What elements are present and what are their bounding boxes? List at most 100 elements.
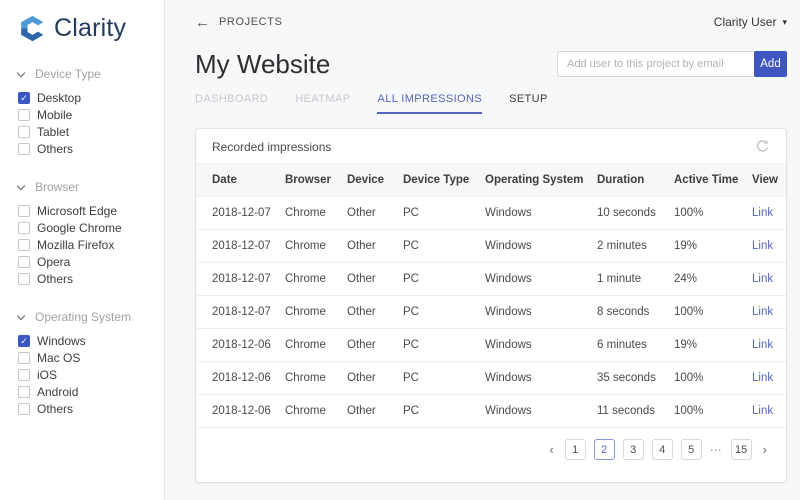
checkbox-windows[interactable]: ✓ xyxy=(18,335,30,347)
page-button-3[interactable]: 3 xyxy=(623,439,644,460)
cell-duration: 1 minute xyxy=(597,263,674,296)
add-user-email-input[interactable] xyxy=(557,51,754,77)
filter-item-microsoft-edge[interactable]: ✓ Microsoft Edge xyxy=(18,204,164,218)
view-link[interactable]: Link xyxy=(752,405,773,417)
page-button-2[interactable]: 2 xyxy=(594,439,615,460)
filter-item-mozilla-firefox[interactable]: ✓ Mozilla Firefox xyxy=(18,238,164,252)
checkbox-google-chrome[interactable]: ✓ xyxy=(18,222,30,234)
refresh-icon[interactable] xyxy=(755,139,770,154)
filter-label: Google Chrome xyxy=(37,221,122,235)
checkbox-tablet[interactable]: ✓ xyxy=(18,126,30,138)
cell-device: Other xyxy=(347,263,403,296)
checkbox-opera[interactable]: ✓ xyxy=(18,256,30,268)
cell-browser: Chrome xyxy=(285,362,347,395)
page-title: My Website xyxy=(195,49,330,80)
tab-setup[interactable]: SETUP xyxy=(509,93,548,114)
clarity-logo[interactable]: Clarity xyxy=(18,14,164,43)
cell-date: 2018-12-07 xyxy=(196,263,285,296)
sidebar: Clarity Device Type ✓ Desktop ✓ Mobile ✓ xyxy=(0,0,165,500)
cell-view: Link xyxy=(752,362,786,395)
filter-item-mac-os[interactable]: ✓ Mac OS xyxy=(18,351,164,365)
cell-device: Other xyxy=(347,230,403,263)
filter-section-header-operating-system[interactable]: Operating System xyxy=(18,310,164,324)
view-link[interactable]: Link xyxy=(752,273,773,285)
user-menu[interactable]: Clarity User ▾ xyxy=(714,15,787,29)
view-link[interactable]: Link xyxy=(752,207,773,219)
cell-active-time: 24% xyxy=(674,263,752,296)
table-row: 2018-12-07 Chrome Other PC Windows 2 min… xyxy=(196,230,786,263)
cell-operating-system: Windows xyxy=(485,296,597,329)
table-row: 2018-12-06 Chrome Other PC Windows 11 se… xyxy=(196,395,786,428)
filter-item-others-os[interactable]: ✓ Others xyxy=(18,402,164,416)
caret-down-icon: ▾ xyxy=(782,17,787,28)
card-header: Recorded impressions xyxy=(196,129,786,163)
title-row: My Website Add xyxy=(195,47,787,81)
checkbox-mac-os[interactable]: ✓ xyxy=(18,352,30,364)
cell-view: Link xyxy=(752,263,786,296)
col-operating-system: Operating System xyxy=(485,164,597,197)
cell-date: 2018-12-07 xyxy=(196,230,285,263)
page-button-4[interactable]: 4 xyxy=(652,439,673,460)
table-header-row: Date Browser Device Device Type Operatin… xyxy=(196,164,786,197)
filter-label: iOS xyxy=(37,368,57,382)
checkbox-others-device[interactable]: ✓ xyxy=(18,143,30,155)
table-row: 2018-12-06 Chrome Other PC Windows 35 se… xyxy=(196,362,786,395)
filter-label: Mozilla Firefox xyxy=(37,238,114,252)
view-link[interactable]: Link xyxy=(752,240,773,252)
cell-browser: Chrome xyxy=(285,296,347,329)
filter-item-ios[interactable]: ✓ iOS xyxy=(18,368,164,382)
filter-item-desktop[interactable]: ✓ Desktop xyxy=(18,91,164,105)
add-user-button[interactable]: Add xyxy=(754,51,787,77)
checkbox-desktop[interactable]: ✓ xyxy=(18,92,30,104)
view-link[interactable]: Link xyxy=(752,306,773,318)
checkbox-mobile[interactable]: ✓ xyxy=(18,109,30,121)
checkbox-others-browser[interactable]: ✓ xyxy=(18,273,30,285)
checkbox-android[interactable]: ✓ xyxy=(18,386,30,398)
back-to-projects[interactable]: ← PROJECTS xyxy=(195,14,282,31)
view-link[interactable]: Link xyxy=(752,372,773,384)
checkbox-ios[interactable]: ✓ xyxy=(18,369,30,381)
filter-label: Tablet xyxy=(37,125,69,139)
filter-item-android[interactable]: ✓ Android xyxy=(18,385,164,399)
checkbox-others-os[interactable]: ✓ xyxy=(18,403,30,415)
filter-section-header-device-type[interactable]: Device Type xyxy=(18,67,164,81)
table-body: 2018-12-07 Chrome Other PC Windows 10 se… xyxy=(196,197,786,428)
col-duration: Duration xyxy=(597,164,674,197)
cell-browser: Chrome xyxy=(285,395,347,428)
page-button-1[interactable]: 1 xyxy=(565,439,586,460)
tab-dashboard[interactable]: DASHBOARD xyxy=(195,93,268,114)
filter-item-google-chrome[interactable]: ✓ Google Chrome xyxy=(18,221,164,235)
cell-active-time: 100% xyxy=(674,395,752,428)
next-page-icon[interactable]: › xyxy=(760,442,770,457)
checkbox-microsoft-edge[interactable]: ✓ xyxy=(18,205,30,217)
filter-section-header-browser[interactable]: Browser xyxy=(18,180,164,194)
filter-item-opera[interactable]: ✓ Opera xyxy=(18,255,164,269)
filter-item-others-device[interactable]: ✓ Others xyxy=(18,142,164,156)
filter-section-browser: Browser ✓ Microsoft Edge ✓ Google Chrome… xyxy=(18,180,164,286)
filter-item-tablet[interactable]: ✓ Tablet xyxy=(18,125,164,139)
tab-heatmap[interactable]: HEATMAP xyxy=(295,93,350,114)
cell-operating-system: Windows xyxy=(485,263,597,296)
cell-device: Other xyxy=(347,329,403,362)
view-link[interactable]: Link xyxy=(752,339,773,351)
prev-page-icon[interactable]: ‹ xyxy=(546,442,556,457)
filter-section-title: Browser xyxy=(35,180,79,194)
page-button-5[interactable]: 5 xyxy=(681,439,702,460)
cell-device: Other xyxy=(347,362,403,395)
filter-label: Others xyxy=(37,402,73,416)
col-browser: Browser xyxy=(285,164,347,197)
filter-label: Microsoft Edge xyxy=(37,204,117,218)
tab-all-impressions[interactable]: ALL IMPRESSIONS xyxy=(377,93,482,114)
filter-item-mobile[interactable]: ✓ Mobile xyxy=(18,108,164,122)
col-device: Device xyxy=(347,164,403,197)
back-label: PROJECTS xyxy=(219,16,282,28)
filter-list-operating-system: ✓ Windows ✓ Mac OS ✓ iOS ✓ Android ✓ O xyxy=(18,334,164,416)
checkbox-mozilla-firefox[interactable]: ✓ xyxy=(18,239,30,251)
brand-name: Clarity xyxy=(54,14,126,43)
filter-item-others-browser[interactable]: ✓ Others xyxy=(18,272,164,286)
cell-active-time: 100% xyxy=(674,362,752,395)
filter-list-device-type: ✓ Desktop ✓ Mobile ✓ Tablet ✓ Others xyxy=(18,91,164,156)
page-button-15[interactable]: 15 xyxy=(731,439,752,460)
col-date: Date xyxy=(196,164,285,197)
filter-item-windows[interactable]: ✓ Windows xyxy=(18,334,164,348)
